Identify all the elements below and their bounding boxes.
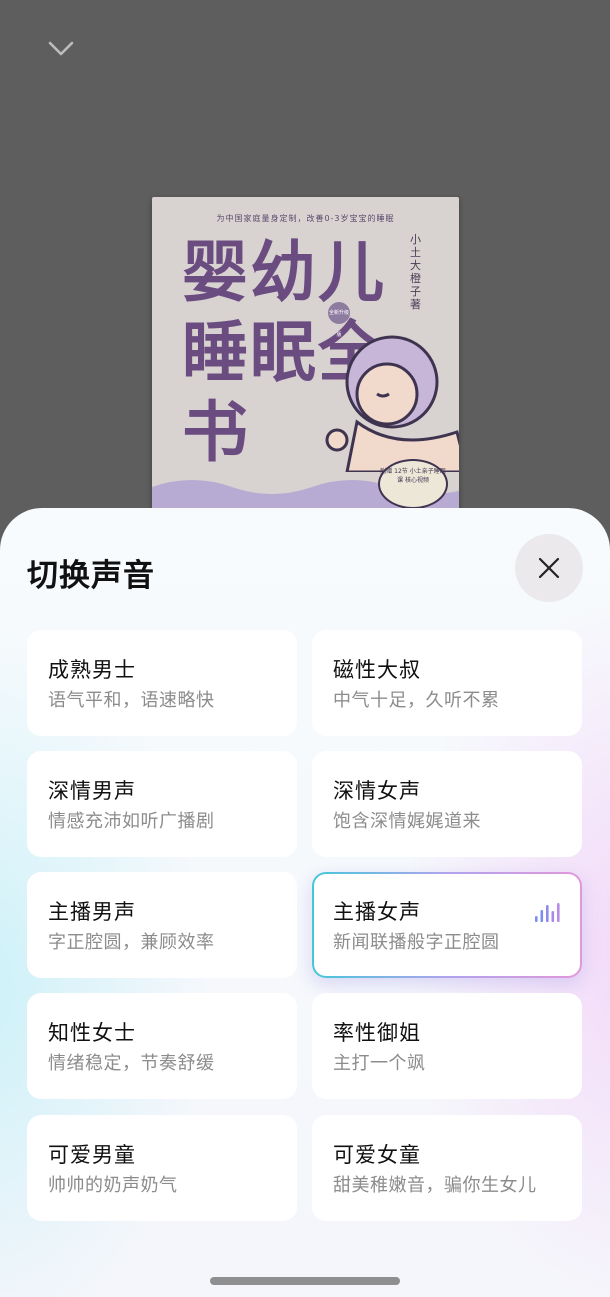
voice-name: 知性女士 <box>48 1021 136 1045</box>
voice-name: 可爱女童 <box>333 1143 421 1167</box>
voice-option[interactable]: 深情女声 饱含深情娓娓道来 <box>312 751 582 857</box>
voice-name: 主播男声 <box>48 900 136 924</box>
voice-name: 率性御姐 <box>333 1021 421 1045</box>
voice-switch-sheet: 切换声音 成熟男士 语气平和，语速略快 磁性大叔 中气十足，久听不累 深情男声 … <box>0 508 610 1297</box>
voice-description: 帅帅的奶声奶气 <box>48 1175 178 1196</box>
voice-description: 新闻联播般字正腔圆 <box>333 932 500 953</box>
voice-option[interactable]: 可爱女童 甜美稚嫩音，骗你生女儿 <box>312 1115 582 1221</box>
voice-option[interactable]: 磁性大叔 中气十足，久听不累 <box>312 630 582 736</box>
sheet-title: 切换声音 <box>27 558 155 594</box>
voice-description: 主打一个飒 <box>333 1053 426 1074</box>
voice-description: 字正腔圆，兼顾效率 <box>48 932 215 953</box>
book-subtitle: 为中国家庭量身定制，改善0-3岁宝宝的睡眠 <box>216 214 395 223</box>
book-author-suffix: 著 <box>410 298 421 311</box>
chevron-down-icon[interactable] <box>44 34 78 62</box>
voice-option[interactable]: 知性女士 情绪稳定，节奏舒缓 <box>27 993 297 1099</box>
voice-description: 情绪稳定，节奏舒缓 <box>48 1053 215 1074</box>
baby-illustration <box>325 335 459 472</box>
voice-option-selected[interactable]: 主播女声 新闻联播般字正腔圆 <box>312 872 582 978</box>
audio-bars-icon <box>535 903 560 922</box>
voice-name: 磁性大叔 <box>333 658 421 682</box>
voice-option[interactable]: 主播男声 字正腔圆，兼顾效率 <box>27 872 297 978</box>
voice-description: 语气平和，语速略快 <box>48 690 215 711</box>
book-edition-badge: 全新升级版 <box>328 302 350 338</box>
voice-option[interactable]: 可爱男童 帅帅的奶声奶气 <box>27 1115 297 1221</box>
voice-option[interactable]: 深情男声 情感充沛如听广播剧 <box>27 751 297 857</box>
voice-name: 可爱男童 <box>48 1143 136 1167</box>
book-cover: 为中国家庭量身定制，改善0-3岁宝宝的睡眠 婴幼儿睡眠全书 小土大橙子 著 全新… <box>152 197 459 537</box>
voice-description: 甜美稚嫩音，骗你生女儿 <box>333 1175 537 1196</box>
book-author: 小土大橙子 著 <box>410 233 424 311</box>
voice-description: 中气十足，久听不累 <box>333 690 500 711</box>
voice-description: 饱含深情娓娓道来 <box>333 811 481 832</box>
book-author-name: 小土大橙子 <box>410 233 421 298</box>
voice-option[interactable]: 成熟男士 语气平和，语速略快 <box>27 630 297 736</box>
book-addon-badge: 附赠 12节 小土亲子睡眠课 核心视频 <box>378 459 448 509</box>
voice-description: 情感充沛如听广播剧 <box>48 811 215 832</box>
voice-name: 深情女声 <box>333 779 421 803</box>
home-indicator[interactable] <box>210 1277 400 1285</box>
voice-name: 成熟男士 <box>48 658 136 682</box>
voice-name: 深情男声 <box>48 779 136 803</box>
close-button[interactable] <box>515 534 583 602</box>
close-icon <box>538 557 560 579</box>
voice-option[interactable]: 率性御姐 主打一个飒 <box>312 993 582 1099</box>
voice-name: 主播女声 <box>333 900 421 924</box>
